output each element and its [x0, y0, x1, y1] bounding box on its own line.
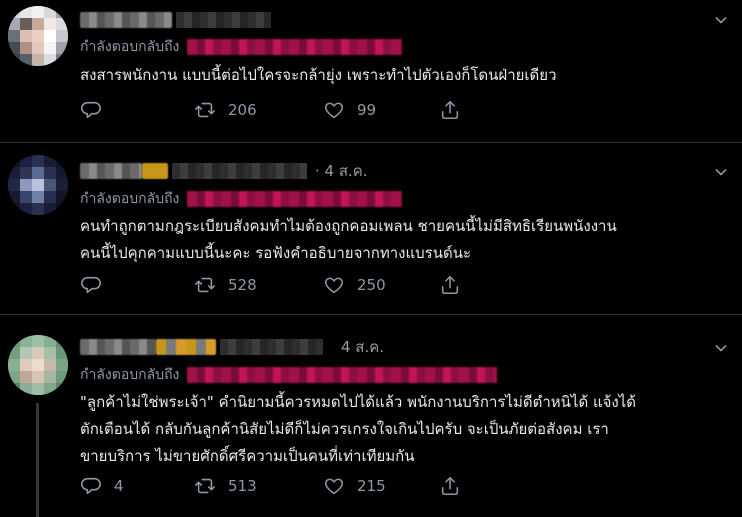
author-row: [80, 10, 271, 30]
retweet-button[interactable]: 513: [194, 475, 323, 497]
tweet-text: สงสารพนักงาน แบบนี้ต่อไปใครจะกล้ายุ่ง เพ…: [80, 66, 557, 84]
share-button[interactable]: [439, 475, 461, 497]
heart-icon: [324, 277, 344, 294]
share-button[interactable]: [439, 99, 461, 121]
tweet-actions: 528 250: [80, 273, 461, 297]
retweet-count: 206: [228, 101, 257, 119]
author-emoji: [142, 163, 168, 179]
share-icon: [441, 476, 459, 496]
author-name[interactable]: [80, 339, 156, 355]
heart-icon: [324, 102, 344, 119]
replying-to: กำลังตอบกลับถึง: [80, 189, 403, 209]
avatar[interactable]: [8, 335, 68, 395]
retweet-button[interactable]: 206: [194, 99, 323, 121]
author-handle[interactable]: [220, 339, 323, 355]
retweet-count: 528: [228, 276, 257, 294]
share-icon: [441, 100, 459, 120]
tweet-text: "ลูกค้าไม่ใช่พระเจ้า" คำนิยามนี้ควรหมดไป…: [80, 393, 637, 465]
replying-to: กำลังตอบกลับถึง: [80, 365, 498, 385]
tweet-date[interactable]: · 4 ส.ค.: [315, 159, 368, 183]
tweet-1[interactable]: กำลังตอบกลับถึง สงสารพนักงาน แบบนี้ต่อไป…: [0, 0, 742, 143]
reply-count: 4: [114, 477, 124, 495]
retweet-icon: [195, 102, 215, 118]
tweet-actions: 4 513 215: [80, 474, 461, 498]
author-name[interactable]: [80, 163, 142, 179]
heart-icon: [324, 478, 344, 495]
retweet-count: 513: [228, 477, 257, 495]
like-button[interactable]: 250: [323, 274, 439, 296]
thread-line: [36, 403, 39, 517]
replying-to-label: กำลังตอบกลับถึง: [80, 367, 180, 383]
mentioned-accounts[interactable]: [187, 39, 403, 55]
like-button[interactable]: 99: [323, 99, 439, 121]
mentioned-accounts[interactable]: [187, 191, 403, 207]
tweet-actions: 206 99: [80, 98, 461, 122]
tweet-2[interactable]: · 4 ส.ค. กำลังตอบกลับถึง คนทำถูกตามกฎระเ…: [0, 143, 742, 315]
author-handle[interactable]: [172, 163, 307, 179]
reply-button[interactable]: [80, 99, 194, 121]
replying-to-label: กำลังตอบกลับถึง: [80, 39, 180, 55]
like-count: 215: [357, 477, 386, 495]
replying-to: กำลังตอบกลับถึง: [80, 37, 403, 57]
tweet-date[interactable]: 4 ส.ค.: [341, 335, 384, 359]
retweet-icon: [195, 277, 215, 293]
author-name[interactable]: [80, 12, 172, 28]
author-handle[interactable]: [176, 12, 271, 28]
reply-button[interactable]: [80, 274, 194, 296]
reply-button[interactable]: 4: [80, 475, 194, 497]
author-row: 4 ส.ค.: [80, 337, 384, 357]
like-count: 99: [357, 101, 377, 119]
like-button[interactable]: 215: [323, 475, 439, 497]
mentioned-accounts[interactable]: [187, 367, 498, 383]
like-count: 250: [357, 276, 386, 294]
avatar[interactable]: [8, 6, 68, 66]
author-row: · 4 ส.ค.: [80, 161, 368, 181]
author-emoji: [156, 339, 216, 355]
replying-to-label: กำลังตอบกลับถึง: [80, 191, 180, 207]
retweet-icon: [195, 478, 215, 494]
reply-icon: [81, 276, 101, 294]
retweet-button[interactable]: 528: [194, 274, 323, 296]
share-icon: [441, 275, 459, 295]
tweet-3[interactable]: 4 ส.ค. กำลังตอบกลับถึง "ลูกค้าไม่ใช่พระเ…: [0, 315, 742, 517]
tweet-text: คนทำถูกตามกฎระเบียบสังคมทำไมต้องถูกคอมเพ…: [80, 217, 617, 262]
chevron-down-icon[interactable]: [714, 13, 728, 27]
share-button[interactable]: [439, 274, 461, 296]
reply-icon: [81, 477, 101, 495]
avatar[interactable]: [8, 155, 68, 215]
chevron-down-icon[interactable]: [714, 341, 728, 355]
chevron-down-icon[interactable]: [714, 165, 728, 179]
reply-icon: [81, 101, 101, 119]
